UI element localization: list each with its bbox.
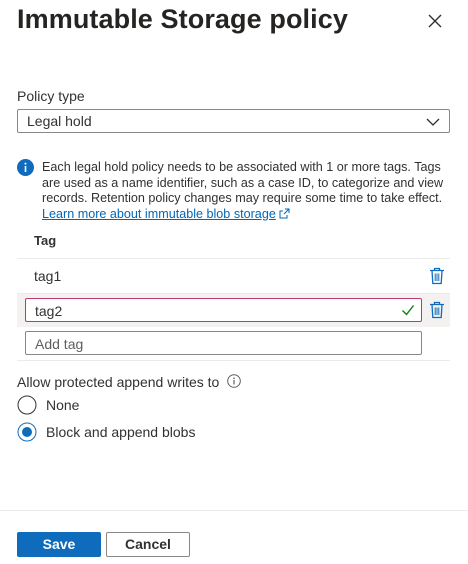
tag-row: tag1 [17,259,450,294]
tag-value: tag1 [34,268,62,284]
chevron-down-icon [426,118,440,126]
radio-label-none[interactable]: None [46,397,79,413]
tag-input[interactable]: tag2 [25,298,422,322]
info-icon [17,159,34,176]
trash-icon[interactable] [429,267,445,285]
trash-icon[interactable] [429,301,445,319]
learn-more-link[interactable]: Learn more about immutable blob storage [42,207,276,221]
checkmark-icon [402,305,415,316]
panel-title: Immutable Storage policy [17,4,348,34]
tag-input-value: tag2 [35,303,63,319]
policy-type-label: Policy type [17,88,85,104]
append-writes-label: Allow protected append writes to [17,374,220,390]
info-message-text: Each legal hold policy needs to be assoc… [42,160,444,206]
save-button[interactable]: Save [17,532,101,557]
add-tag-placeholder: Add tag [35,336,84,352]
divider [17,360,450,361]
tag-row-editing: tag2 [17,294,450,327]
radio-label-block-and-append[interactable]: Block and append blobs [46,424,195,440]
info-message: Each legal hold policy needs to be assoc… [42,160,447,222]
info-icon[interactable] [227,374,241,388]
close-icon[interactable] [424,10,446,32]
add-tag-input[interactable]: Add tag [25,331,422,355]
policy-type-value: Legal hold [27,113,92,129]
external-link-icon [279,208,290,219]
radio-block-and-append[interactable] [17,422,37,442]
cancel-button[interactable]: Cancel [106,532,190,557]
tag-column-header: Tag [34,233,57,248]
radio-none[interactable] [17,395,37,415]
policy-type-dropdown[interactable]: Legal hold [17,109,450,133]
footer-divider [0,510,468,511]
